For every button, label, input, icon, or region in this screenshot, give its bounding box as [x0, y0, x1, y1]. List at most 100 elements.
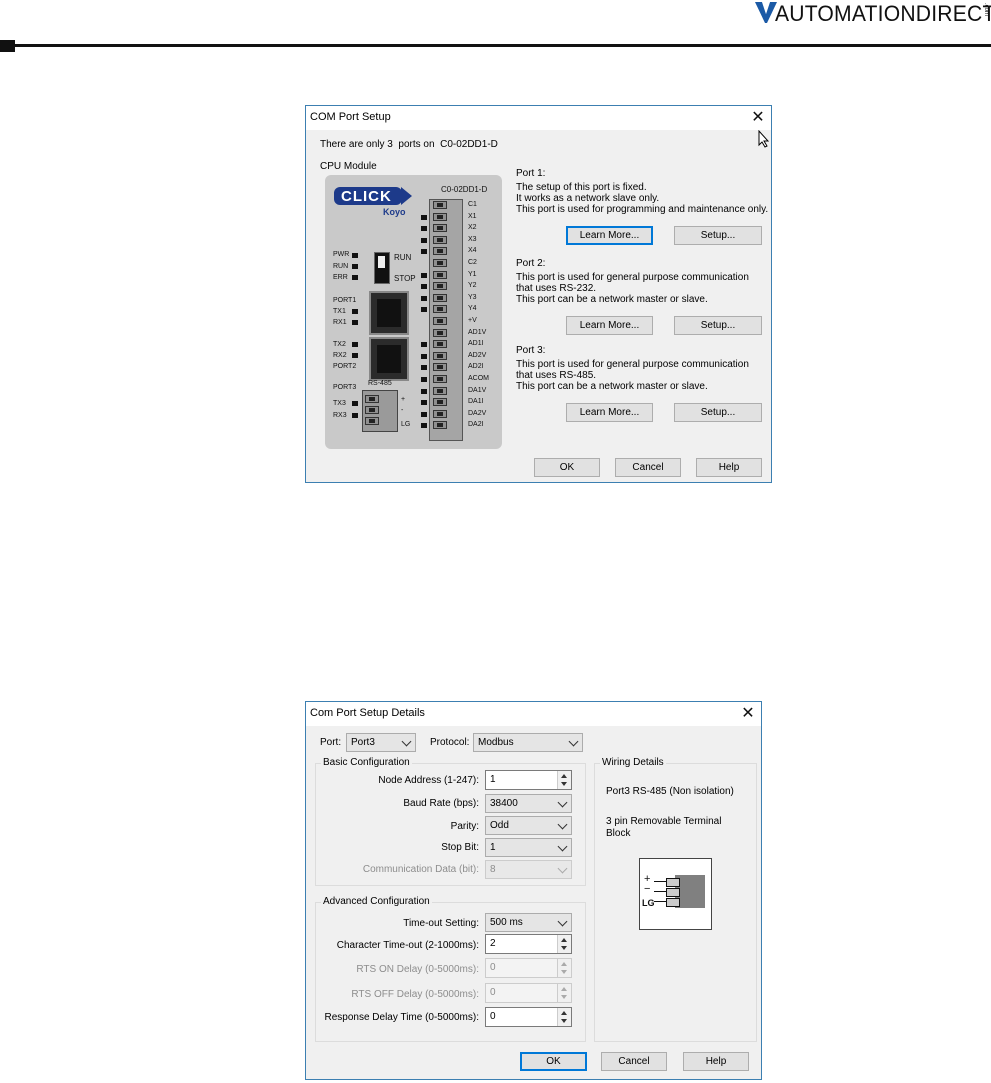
communication-data-label: Communication Data (bit):: [362, 864, 479, 875]
rx2-label: RX2: [333, 352, 347, 359]
wiring-diagram: + − LG: [639, 858, 712, 930]
io-terminal: [433, 409, 447, 418]
spin-buttons[interactable]: [557, 935, 571, 953]
parity-value: Odd: [490, 820, 509, 831]
port-3-description: This port can be a network master or sla…: [516, 381, 708, 392]
communication-data-value: 8: [490, 864, 496, 875]
node-address-label: Node Address (1-247):: [378, 775, 479, 786]
io-label: AD1V: [468, 328, 487, 336]
io-terminal: [433, 282, 447, 291]
response-delay-label: Response Delay Time (0-5000ms):: [324, 1012, 479, 1023]
cancel-button[interactable]: Cancel: [615, 458, 681, 477]
port-select[interactable]: Port3: [346, 733, 416, 752]
advanced-configuration-label: Advanced Configuration: [321, 896, 432, 907]
io-terminal: [433, 375, 447, 383]
spin-up-icon: [561, 962, 567, 966]
spin-down-icon: [561, 782, 567, 786]
io-terminal: [433, 328, 447, 337]
led-pwr: [352, 253, 358, 258]
port-3-learn-more-button[interactable]: Learn More...: [566, 403, 653, 422]
port2-jack: [369, 337, 409, 381]
wiring-port-description: Port3 RS-485 (Non isolation): [606, 786, 734, 797]
wire-minus-label: −: [644, 883, 651, 895]
mouse-cursor-icon: [758, 130, 770, 148]
led-label-err: ERR: [333, 274, 348, 281]
io-label: AD2I: [468, 363, 484, 371]
io-led: [421, 226, 427, 232]
cancel-button[interactable]: Cancel: [601, 1052, 667, 1071]
terminal: [666, 888, 680, 897]
led-rx2: [352, 353, 358, 358]
io-led: [421, 214, 427, 220]
stop-bit-select[interactable]: 1: [485, 838, 572, 857]
spin-buttons[interactable]: [557, 771, 571, 789]
character-timeout-value: 2: [490, 938, 496, 949]
character-timeout-input[interactable]: 2: [485, 934, 572, 954]
com-port-setup-details-dialog: Com Port Setup Details ✕ Port: Port3 Pro…: [305, 701, 762, 1080]
run-stop-switch: [374, 252, 390, 284]
wiring-terminal-description-2: Block: [606, 828, 631, 839]
chevron-down-icon: [568, 736, 579, 747]
io-led: [421, 237, 427, 243]
io-terminal: [433, 235, 447, 244]
ports-intro: There are only 3 ports on C0-02DD1-D: [320, 139, 498, 150]
protocol-select[interactable]: Modbus: [473, 733, 583, 752]
spin-up-icon: [561, 1011, 567, 1015]
rts-off-delay-label: RTS OFF Delay (0-5000ms):: [351, 989, 479, 1000]
help-button[interactable]: Help: [696, 458, 762, 477]
ok-button[interactable]: OK: [520, 1052, 587, 1071]
port-3-setup-button[interactable]: Setup...: [674, 403, 762, 422]
io-label: +V: [468, 317, 477, 324]
node-address-input[interactable]: 1: [485, 770, 572, 790]
rx1-label: RX1: [333, 319, 347, 326]
io-terminal: [433, 421, 447, 430]
dialog-title: COM Port Setup: [310, 111, 391, 123]
timeout-setting-value: 500 ms: [490, 917, 523, 928]
model-name: C0-02DD1-D: [440, 139, 498, 150]
close-icon[interactable]: ✕: [737, 703, 759, 725]
timeout-setting-select[interactable]: 500 ms: [485, 913, 572, 932]
port-2-description: This port can be a network master or sla…: [516, 294, 708, 305]
io-led: [421, 423, 427, 429]
port-1-learn-more-button[interactable]: Learn More...: [566, 226, 653, 245]
io-led: [421, 388, 427, 394]
cpu-maker: Koyo: [383, 207, 406, 217]
io-label: Y3: [468, 293, 477, 301]
io-terminal: [433, 259, 447, 267]
io-label: AD2V: [468, 351, 487, 359]
io-terminal: [433, 398, 447, 407]
character-timeout-label: Character Time-out (2-1000ms):: [336, 940, 479, 951]
io-led: [421, 411, 427, 417]
response-delay-input[interactable]: 0: [485, 1007, 572, 1027]
spin-down-icon: [561, 995, 567, 999]
port3-terminal: [365, 395, 379, 403]
ok-button[interactable]: OK: [534, 458, 600, 477]
led-label-pwr: PWR: [333, 251, 350, 258]
port-2-learn-more-button[interactable]: Learn More...: [566, 316, 653, 335]
io-terminal: [433, 224, 447, 233]
brand-name: AUTOMATIONDIRECT: [775, 1, 991, 26]
brand-suffix: .com: [983, 3, 989, 17]
baud-rate-select[interactable]: 38400: [485, 794, 572, 813]
port-2-setup-button[interactable]: Setup...: [674, 316, 762, 335]
spin-buttons[interactable]: [557, 1008, 571, 1026]
io-led: [421, 377, 427, 382]
io-led: [421, 272, 427, 278]
dialog-title-bar: COM Port Setup ✕: [306, 106, 771, 130]
led-run: [352, 264, 358, 269]
spin-up-icon: [561, 987, 567, 991]
help-button[interactable]: Help: [683, 1052, 749, 1071]
wiring-terminal-description: 3 pin Removable Terminal: [606, 816, 722, 827]
port-1-setup-button[interactable]: Setup...: [674, 226, 762, 245]
io-label: C1: [468, 201, 477, 208]
protocol-select-value: Modbus: [478, 737, 514, 748]
chevron-down-icon: [557, 819, 568, 830]
close-icon[interactable]: ✕: [747, 107, 769, 129]
io-led: [421, 284, 427, 290]
parity-select[interactable]: Odd: [485, 816, 572, 835]
stop-bit-label: Stop Bit:: [441, 842, 479, 853]
port-2-title: Port 2:: [516, 258, 546, 269]
spin-down-icon: [561, 970, 567, 974]
rts-off-delay-value: 0: [490, 987, 496, 998]
io-led: [421, 307, 427, 313]
